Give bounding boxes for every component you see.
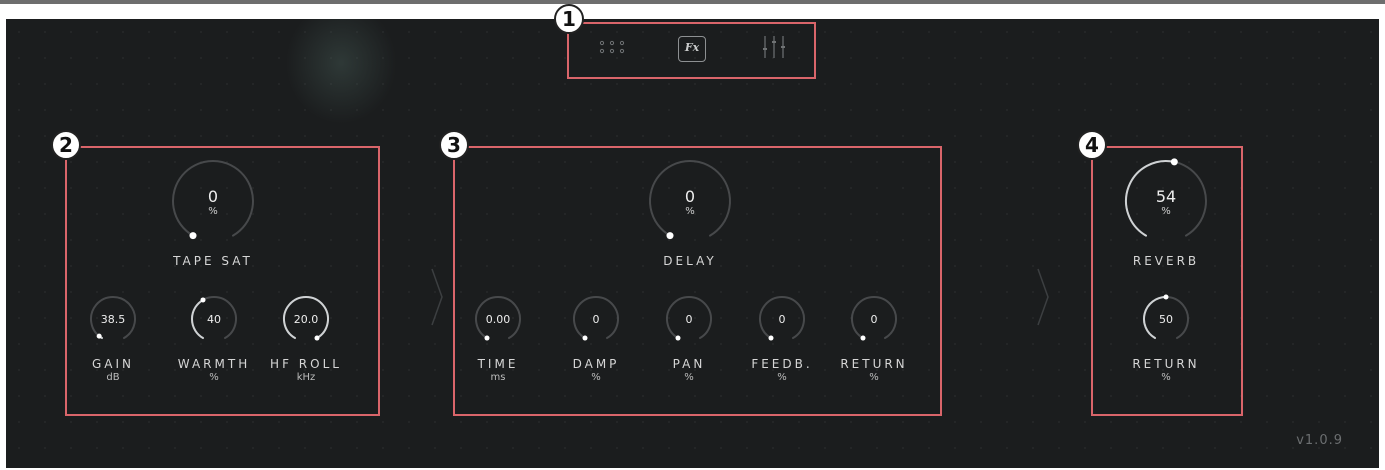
callout-4: 4 <box>1077 130 1107 160</box>
callout-3: 3 <box>439 130 469 160</box>
section-divider-left <box>431 268 443 326</box>
section-divider-right <box>1037 268 1049 326</box>
callout-1: 1 <box>554 4 584 34</box>
window-top-border <box>0 0 1385 4</box>
background-artwork <box>281 19 401 129</box>
highlight-tape <box>65 146 380 416</box>
highlight-reverb <box>1091 146 1243 416</box>
callout-2: 2 <box>51 130 81 160</box>
highlight-delay <box>453 146 942 416</box>
highlight-nav <box>567 22 816 79</box>
version-label: v1.0.9 <box>1296 433 1343 448</box>
